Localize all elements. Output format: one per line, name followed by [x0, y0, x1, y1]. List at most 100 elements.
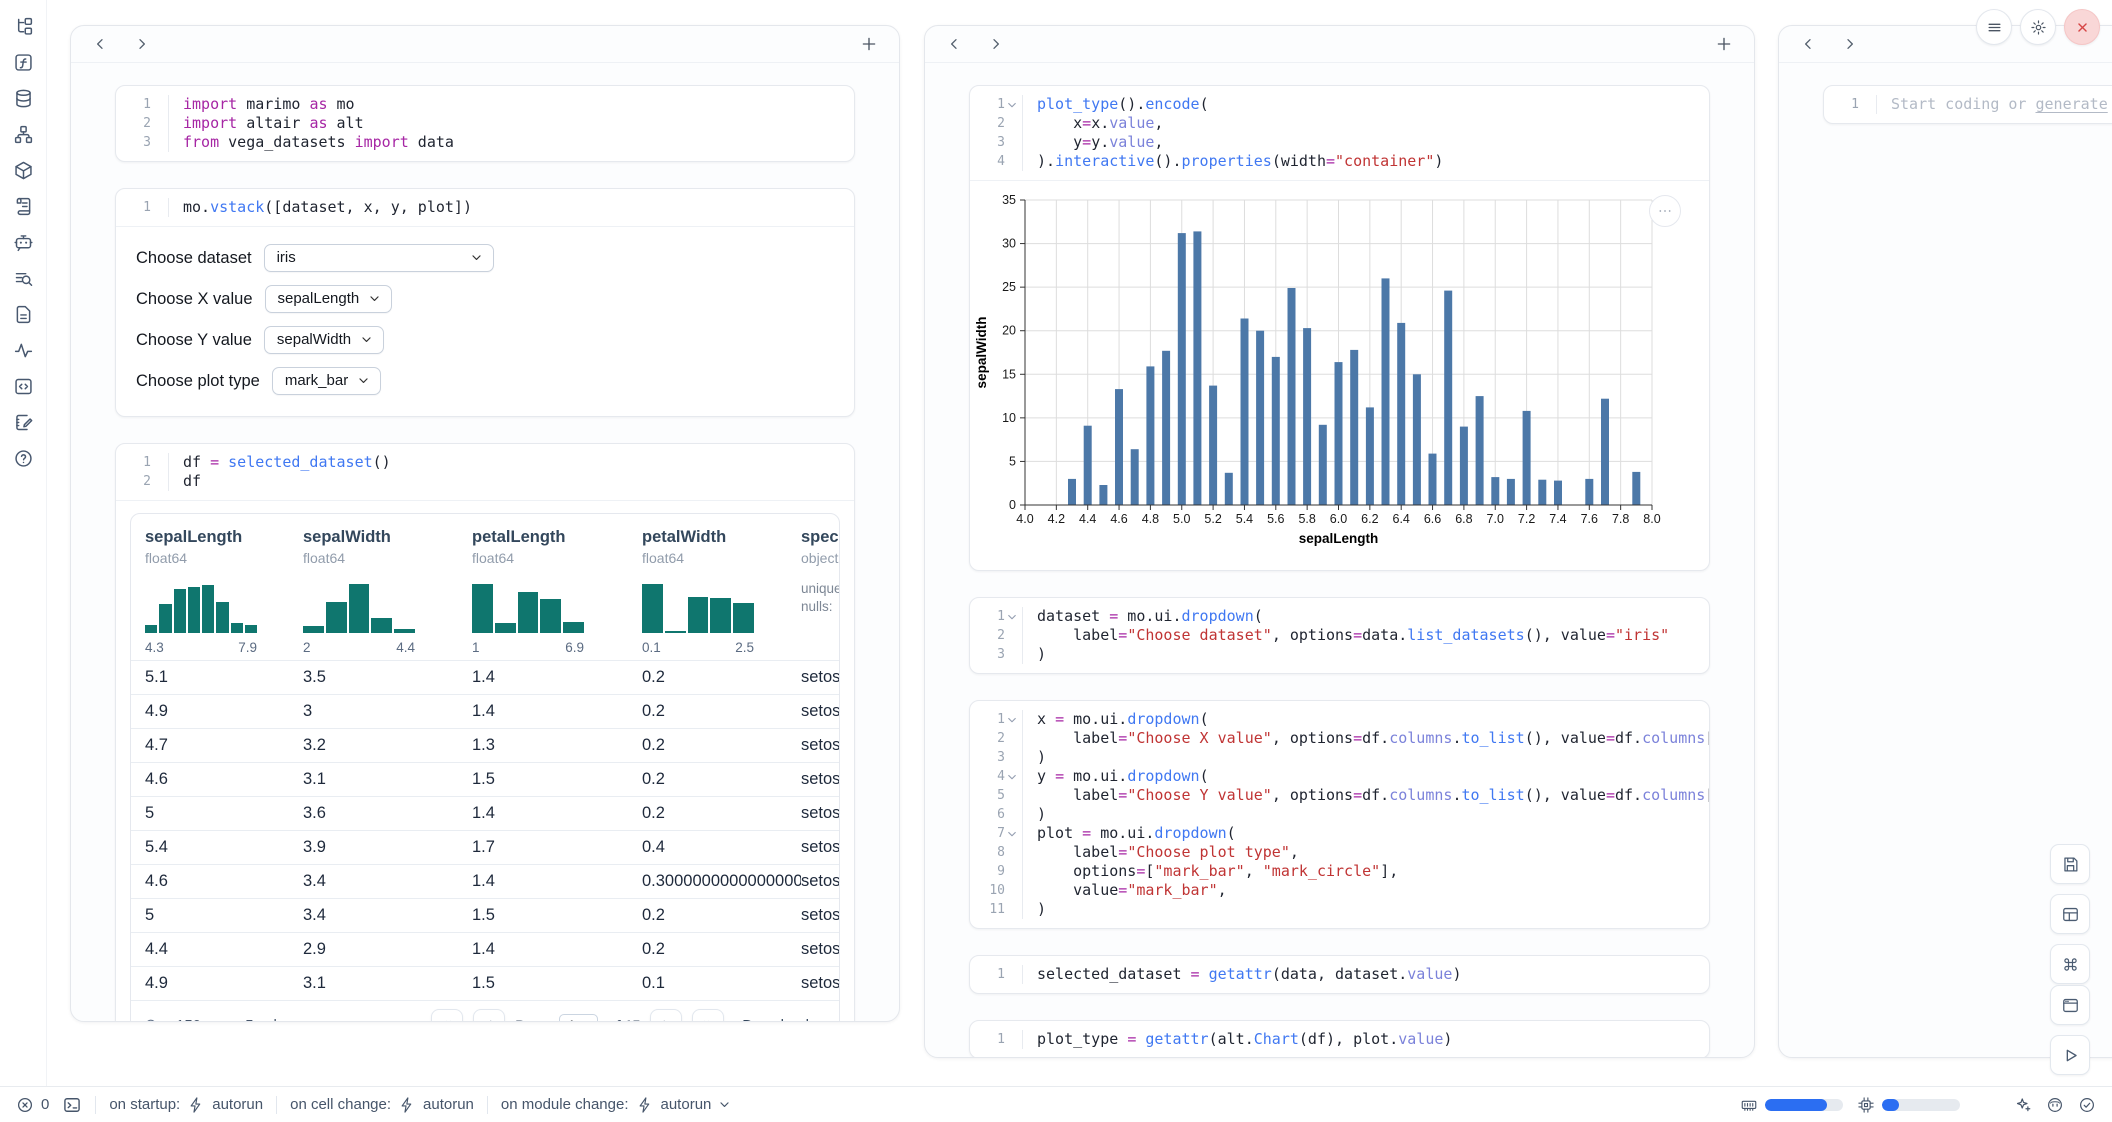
help-circle-icon[interactable]: [13, 448, 34, 469]
table-row[interactable]: 4.63.41.40.30000000000000004setosa: [131, 864, 839, 898]
scroll-text-icon[interactable]: [13, 196, 34, 217]
table-column-header[interactable]: petalLengthfloat6416.9: [472, 528, 642, 660]
code-block-icon[interactable]: [13, 376, 34, 397]
notebook-cell[interactable]: 1plot_type().encode(2 x=x.value,3 y=y.va…: [969, 85, 1710, 571]
database-icon[interactable]: [13, 88, 34, 109]
chart-menu-button[interactable]: [1649, 195, 1681, 227]
dependency-graph-icon[interactable]: [13, 124, 34, 145]
function-square-icon[interactable]: [13, 52, 34, 73]
terminal-button[interactable]: [62, 1095, 82, 1115]
column-prev-button[interactable]: [92, 36, 108, 52]
first-page-button[interactable]: [431, 1009, 463, 1022]
download-button[interactable]: Download: [742, 1017, 827, 1023]
table-row[interactable]: 4.42.91.40.2setosa: [131, 932, 839, 966]
table-column-header[interactable]: petalWidthfloat640.12.5: [642, 528, 801, 660]
chatbot-icon[interactable]: [13, 232, 34, 253]
code-editor[interactable]: 1mo.vstack([dataset, x, y, plot]): [116, 189, 854, 226]
generate-with-ai-link[interactable]: generate: [2036, 95, 2108, 113]
column-next-button[interactable]: [134, 36, 150, 52]
search-icon[interactable]: [143, 1017, 160, 1023]
table-row[interactable]: 53.41.50.2setosa: [131, 898, 839, 932]
page-number-value: 1: [568, 1017, 576, 1022]
menu-button[interactable]: [1976, 9, 2012, 45]
scratchpad-icon[interactable]: [13, 412, 34, 433]
table-row[interactable]: 4.93.11.50.1setosa: [131, 966, 839, 1000]
table-row[interactable]: 5.43.91.70.4setosa: [131, 830, 839, 864]
column-min: 0.1: [642, 640, 661, 655]
table-row[interactable]: 4.63.11.50.2setosa: [131, 762, 839, 796]
histogram-bar: [472, 584, 493, 633]
code-editor[interactable]: 1plot_type = getattr(alt.Chart(df), plot…: [970, 1021, 1709, 1058]
fold-toggle-icon[interactable]: [1006, 99, 1018, 111]
code-editor[interactable]: 1selected_dataset = getattr(data, datase…: [970, 956, 1709, 993]
table-column-header[interactable]: sepalWidthfloat6424.4: [303, 528, 472, 660]
notebook-cell[interactable]: 1df = selected_dataset()2df sepalLengthfl…: [115, 443, 855, 1022]
code-editor[interactable]: 1dataset = mo.ui.dropdown(2 label="Choos…: [970, 598, 1709, 673]
altair-chart[interactable]: 051015202530354.04.24.44.64.85.05.25.45.…: [970, 181, 1709, 570]
package-icon[interactable]: [13, 160, 34, 181]
fold-toggle-icon[interactable]: [1006, 828, 1018, 840]
page-number-select[interactable]: 1: [559, 1014, 598, 1022]
window-button[interactable]: [2050, 985, 2090, 1025]
code-text: selected_dataset = getattr(data, dataset…: [1023, 965, 1461, 984]
column-min-max: 16.9: [472, 640, 584, 660]
gear-button[interactable]: [2020, 9, 2056, 45]
column-next-button[interactable]: [988, 36, 1004, 52]
column-prev-button[interactable]: [946, 36, 962, 52]
play-button[interactable]: [2050, 1035, 2090, 1075]
fold-toggle-icon[interactable]: [1006, 771, 1018, 783]
run-setting[interactable]: on cell change:autorun: [290, 1096, 474, 1114]
table-column-header[interactable]: sepalLengthfloat644.37.9: [145, 528, 303, 660]
fold-slot: [1006, 752, 1018, 764]
file-tree-icon[interactable]: [13, 16, 34, 37]
line-number-text: 1: [1851, 95, 1859, 114]
table-row[interactable]: 5.13.51.40.2setosa: [131, 660, 839, 694]
prev-page-button[interactable]: [473, 1009, 505, 1022]
notebook-column-1: 1import marimo as mo2import altair as al…: [70, 25, 900, 1022]
table-row[interactable]: 53.61.40.2setosa: [131, 796, 839, 830]
notebook-cell[interactable]: 1import marimo as mo2import altair as al…: [115, 85, 855, 162]
last-page-button[interactable]: [692, 1009, 724, 1022]
close-button[interactable]: [2064, 9, 2100, 45]
notebook-cell[interactable]: 1dataset = mo.ui.dropdown(2 label="Choos…: [969, 597, 1710, 674]
column-next-button[interactable]: [1842, 36, 1858, 52]
empty-notebook-cell[interactable]: 1Start coding or generate with AI: [1823, 85, 2112, 124]
code-editor[interactable]: 1plot_type().encode(2 x=x.value,3 y=y.va…: [970, 86, 1709, 180]
dropdown-select[interactable]: iris: [264, 244, 494, 272]
panel-button[interactable]: [2050, 894, 2090, 934]
column-1-cells: 1import marimo as mo2import altair as al…: [71, 63, 899, 1022]
table-row[interactable]: 4.931.40.2setosa: [131, 694, 839, 728]
run-setting[interactable]: on module change:autorun: [501, 1096, 731, 1114]
command-button[interactable]: [2050, 944, 2090, 984]
dropdown-select[interactable]: sepalLength: [265, 285, 393, 313]
code-editor[interactable]: 1Start coding or generate with AI: [1824, 86, 2112, 123]
fold-toggle-icon[interactable]: [1006, 611, 1018, 623]
svg-text:5.8: 5.8: [1298, 512, 1315, 526]
search-list-icon[interactable]: [13, 268, 34, 289]
table-column-header[interactable]: speciesobjectunique:nulls:: [801, 528, 839, 660]
save-button[interactable]: [2050, 844, 2090, 884]
sparkles-button[interactable]: [2014, 1096, 2032, 1114]
errors-badge[interactable]: 0: [16, 1096, 49, 1114]
notebook-cell[interactable]: 1mo.vstack([dataset, x, y, plot])Choose …: [115, 188, 855, 417]
next-page-button[interactable]: [650, 1009, 682, 1022]
add-cell-button[interactable]: [1715, 35, 1733, 53]
dropdown-select[interactable]: sepalWidth: [264, 326, 384, 354]
code-editor[interactable]: 1df = selected_dataset()2df: [116, 444, 854, 500]
run-setting[interactable]: on startup:autorun: [109, 1096, 263, 1114]
copilot-button[interactable]: [2046, 1096, 2064, 1114]
check-circle-button[interactable]: [2078, 1096, 2096, 1114]
notebook-cell[interactable]: 1selected_dataset = getattr(data, datase…: [969, 955, 1710, 994]
activity-icon[interactable]: [13, 340, 34, 361]
document-icon[interactable]: [13, 304, 34, 325]
code-editor[interactable]: 1x = mo.ui.dropdown(2 label="Choose X va…: [970, 701, 1709, 928]
code-editor[interactable]: 1import marimo as mo2import altair as al…: [116, 86, 854, 161]
add-cell-button[interactable]: [860, 35, 878, 53]
dropdown-select[interactable]: mark_bar: [272, 367, 381, 395]
code-line: 8 label="Choose plot type",: [970, 843, 1709, 862]
notebook-cell[interactable]: 1x = mo.ui.dropdown(2 label="Choose X va…: [969, 700, 1710, 929]
fold-toggle-icon[interactable]: [1006, 714, 1018, 726]
table-row[interactable]: 4.73.21.30.2setosa: [131, 728, 839, 762]
column-prev-button[interactable]: [1800, 36, 1816, 52]
notebook-cell[interactable]: 1plot_type = getattr(alt.Chart(df), plot…: [969, 1020, 1710, 1058]
